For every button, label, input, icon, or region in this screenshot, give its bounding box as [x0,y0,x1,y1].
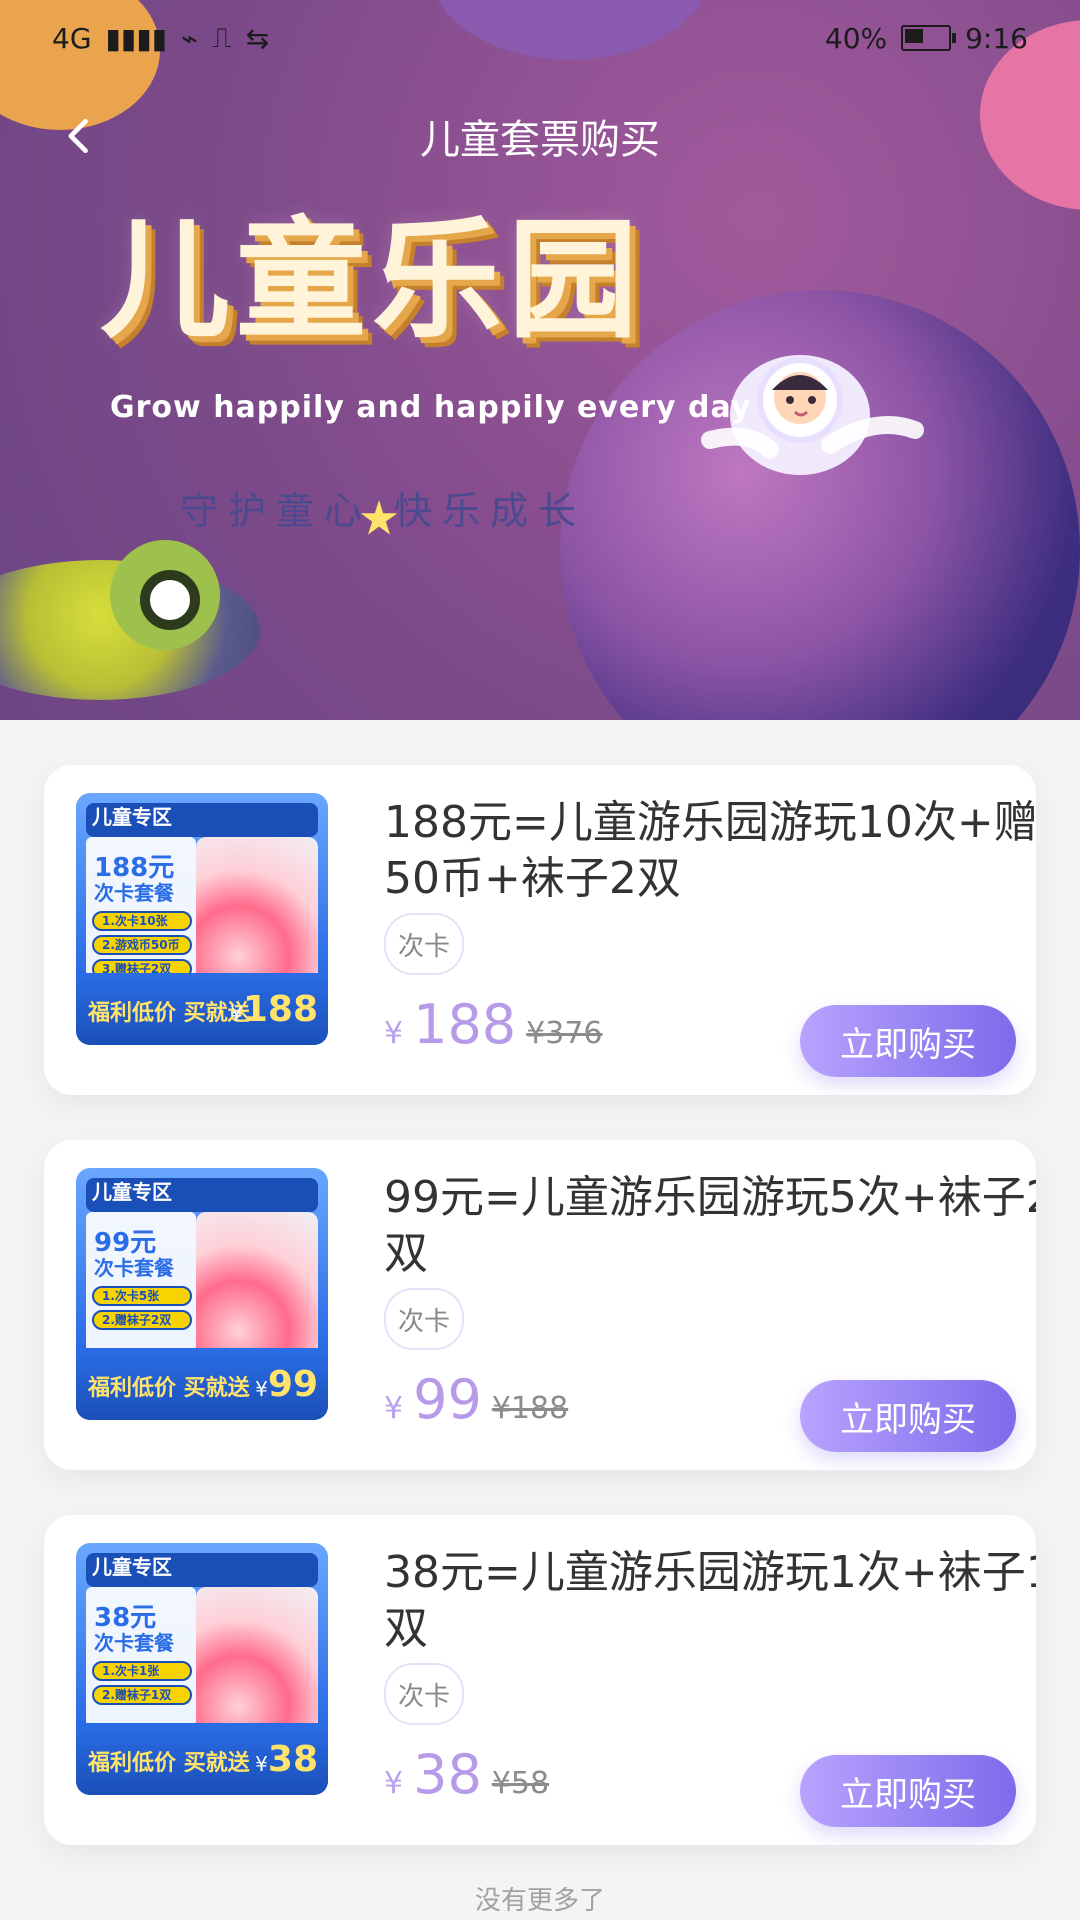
thumbnail-bottom-left-text: 福利低价 买就 [88,1001,228,1026]
thumbnail-yen: ¥ [255,1752,268,1776]
thumbnail-bottom-left-text: 福利低价 买就 [88,1376,228,1401]
hero-title-cn: 儿童乐园 [100,204,645,356]
thumbnail-bottom-right: ¥99 [255,1364,318,1405]
buy-now-button[interactable]: 立即购买 [800,1755,1016,1827]
thumbnail-bottom-left-highlight: 送 [227,1376,250,1401]
ticket-price: ¥ 188 ¥376 [384,993,603,1056]
ticket-price: ¥ 99 ¥188 [384,1368,568,1431]
ticket-tag: 次卡 [384,1288,464,1350]
ticket-thumbnail: 儿童专区 38元 次卡套餐 1.次卡1张 2.赠袜子1双 福利低价 买就送 ¥3… [76,1543,328,1795]
thumbnail-bottom-left: 福利低价 买就送 [88,1745,250,1777]
thumbnail-bottom-left-text: 福利低价 买就 [88,1751,228,1776]
alien-eye-decoration [140,570,200,630]
thumbnail-top-label: 儿童专区 [92,1180,172,1204]
thumbnail-pill: 2.赠袜子2双 [92,1310,192,1330]
buy-now-button[interactable]: 立即购买 [800,1380,1016,1452]
price-value: 99 [413,1368,482,1431]
signal-icon: ▮▮▮▮ [105,21,168,55]
price-currency: ¥ [384,1766,404,1801]
original-price: ¥58 [491,1766,550,1801]
ticket-tag: 次卡 [384,1663,464,1725]
thumbnail-value: 99 [267,1364,318,1405]
original-price: ¥376 [526,1016,603,1051]
ticket-list: 儿童专区 188元 次卡套餐 1.次卡10张 2.游戏币50币 3.赠袜子2双 … [0,720,1080,1845]
status-right: 40% 9:16 [825,22,1028,55]
vibrate-icon: ⎍ [212,21,232,54]
buy-now-button[interactable]: 立即购买 [800,1005,1016,1077]
thumbnail-yen: ¥ [230,1002,243,1026]
top-nav: 儿童套票购买 [0,96,1080,176]
original-price: ¥188 [491,1391,569,1426]
ticket-card: 儿童专区 99元 次卡套餐 1.次卡5张 2.赠袜子2双 福利低价 买就送 ¥9… [44,1140,1036,1470]
thumbnail-value: 188 [242,989,318,1030]
thumbnail-top-label: 儿童专区 [92,805,172,829]
thumbnail-pill: 1.次卡5张 [92,1286,192,1306]
price-currency: ¥ [384,1016,404,1051]
back-button[interactable] [40,96,120,176]
thumbnail-pill: 2.游戏币50币 [92,935,192,955]
ticket-thumbnail: 儿童专区 188元 次卡套餐 1.次卡10张 2.游戏币50币 3.赠袜子2双 … [76,793,328,1045]
price-value: 188 [413,993,517,1056]
thumbnail-combo-label: 次卡套餐 [94,881,174,905]
page-title: 儿童套票购买 [420,117,660,163]
network-label: 4G [52,21,92,55]
wifi-icon: ⌁ [181,21,199,55]
ticket-title: 188元=儿童游乐园游玩10次+赠50币+袜子2双 [384,797,1036,904]
thumbnail-pill: 1.次卡1张 [92,1661,192,1681]
ticket-title: 38元=儿童游乐园游玩1次+袜子1双 [384,1547,1036,1654]
thumbnail-pill: 1.次卡10张 [92,911,192,931]
ticket-title: 99元=儿童游乐园游玩5次+袜子2双 [384,1172,1036,1279]
battery-percent: 40% [824,21,888,55]
ticket-tag: 次卡 [384,913,464,975]
thumbnail-pill: 2.赠袜子1双 [92,1685,192,1705]
thumbnail-combo-label: 次卡套餐 [94,1631,174,1655]
list-footer: 没有更多了 [474,1886,605,1916]
thumbnail-bottom-left: 福利低价 买就送 [88,995,250,1027]
battery-icon [901,25,957,51]
hero-title-en: Grow happily and happily every day [110,390,752,425]
ticket-price: ¥ 38 ¥58 [384,1743,549,1806]
thumbnail-bottom-left-highlight: 送 [227,1751,250,1776]
usb-icon: ⇆ [245,21,270,55]
status-left: 4G ▮▮▮▮ ⌁ ⎍ ⇆ [52,21,269,55]
status-bar: 4G ▮▮▮▮ ⌁ ⎍ ⇆ 40% 9:16 [0,0,1080,76]
hero-banner: 儿童乐园 Grow happily and happily every day … [0,0,1080,720]
ticket-card: 儿童专区 38元 次卡套餐 1.次卡1张 2.赠袜子1双 福利低价 买就送 ¥3… [44,1515,1036,1845]
chevron-left-icon [68,118,88,154]
ticket-card: 儿童专区 188元 次卡套餐 1.次卡10张 2.游戏币50币 3.赠袜子2双 … [44,765,1036,1095]
time: 9:16 [965,21,1028,55]
thumbnail-value: 38 [267,1739,318,1780]
price-currency: ¥ [384,1391,404,1426]
hero-subtitle: 守护童心 快乐成长 [180,489,587,533]
thumbnail-top-label: 儿童专区 [92,1555,172,1579]
thumbnail-combo-label: 次卡套餐 [94,1256,174,1280]
thumbnail-bottom-left: 福利低价 买就送 [88,1370,250,1402]
thumbnail-bottom-right: ¥188 [230,989,318,1030]
thumbnail-bottom-right: ¥38 [255,1739,318,1780]
thumbnail-yen: ¥ [255,1377,268,1401]
price-value: 38 [413,1743,482,1806]
ticket-thumbnail: 儿童专区 99元 次卡套餐 1.次卡5张 2.赠袜子2双 福利低价 买就送 ¥9… [76,1168,328,1420]
